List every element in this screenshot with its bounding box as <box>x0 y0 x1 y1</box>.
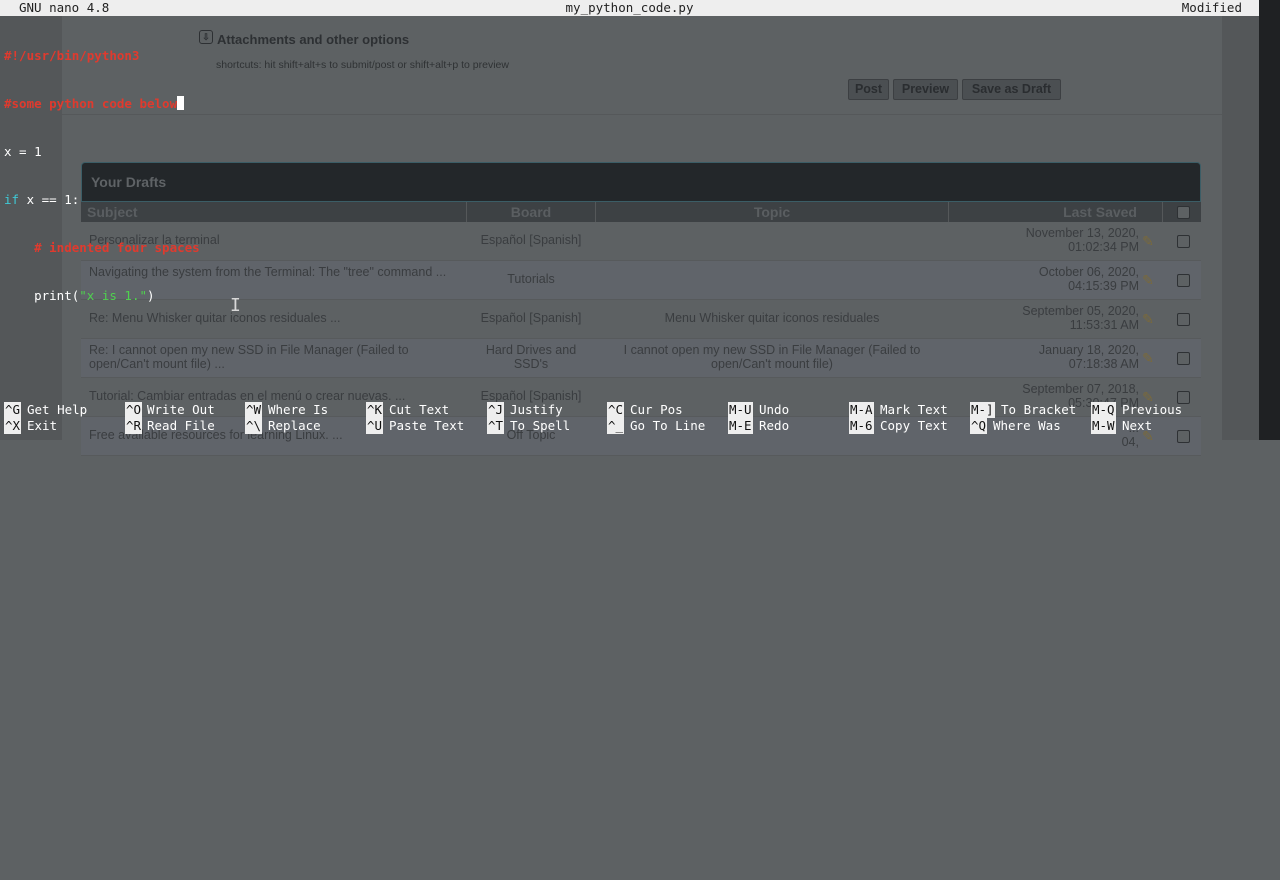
draft-board[interactable]: Tutorials <box>467 272 595 286</box>
code-line-4: if x == 1: <box>4 192 80 207</box>
shortcut-key: ^C <box>607 402 625 418</box>
draft-last-saved: January 18, 2020, 07:18:38 AM <box>1038 343 1139 371</box>
draft-topic[interactable]: I cannot open my new SSD in File Manager… <box>596 343 948 371</box>
shortcut-exit[interactable]: Exit <box>27 418 57 434</box>
drafts-table-header: Subject Board Topic Last Saved <box>81 202 1201 222</box>
shortcut-to-spell[interactable]: To Spell <box>510 418 570 434</box>
draft-last-saved: September 05, 2020, 11:53:31 AM <box>1022 304 1139 332</box>
shortcut-key: ^Q <box>970 418 988 434</box>
shortcut-key: ^G <box>4 402 22 418</box>
text-cursor <box>177 96 185 110</box>
row-checkbox[interactable] <box>1177 313 1190 326</box>
shortcut-to-bracket[interactable]: To Bracket <box>1001 402 1076 418</box>
table-row: Re: I cannot open my new SSD in File Man… <box>81 339 1201 378</box>
draft-board[interactable]: Español [Spanish] <box>467 233 595 247</box>
shortcut-read-file[interactable]: Read File <box>147 418 215 434</box>
shortcuts-hint: shortcuts: hit shift+alt+s to submit/pos… <box>216 59 509 71</box>
drafts-header: Your Drafts <box>81 162 1201 202</box>
shortcut-justify[interactable]: Justify <box>510 402 563 418</box>
shortcut-write-out[interactable]: Write Out <box>147 402 215 418</box>
shortcut-key: ^\ <box>245 418 263 434</box>
page-right-gutter <box>1222 16 1259 440</box>
shortcut-where-is[interactable]: Where Is <box>268 402 328 418</box>
edit-pencil-icon[interactable]: ✎ <box>1139 272 1157 290</box>
shortcut-cut-text[interactable]: Cut Text <box>389 402 449 418</box>
shortcut-where-was[interactable]: Where Was <box>993 418 1061 434</box>
download-icon: ⇩ <box>199 30 213 44</box>
draft-last-saved: October 06, 2020, 04:15:39 PM <box>1038 265 1139 293</box>
code-line-2: #some python code below <box>4 96 200 112</box>
shortcut-key: ^U <box>366 418 384 434</box>
shortcut-copy-text[interactable]: Copy Text <box>880 418 948 434</box>
section-divider <box>62 114 1222 115</box>
edit-pencil-icon[interactable]: ✎ <box>1139 233 1157 251</box>
shortcut-next[interactable]: Next <box>1122 418 1152 434</box>
shortcut-key: M-A <box>849 402 874 418</box>
terminal-scrollbar[interactable] <box>1259 0 1280 440</box>
draft-board[interactable]: Español [Spanish] <box>467 311 595 325</box>
shortcut-go-to-line[interactable]: Go To Line <box>630 418 705 434</box>
code-line-3: x = 1 <box>4 144 42 159</box>
nano-shortcut-bar: ^G Get Help ^X Exit ^O Write Out ^R Read… <box>0 400 1259 440</box>
code-line-1: #!/usr/bin/python3 <box>4 48 140 63</box>
row-checkbox[interactable] <box>1177 352 1190 365</box>
shortcut-key: M-W <box>1091 418 1116 434</box>
edit-pencil-icon[interactable]: ✎ <box>1139 311 1157 329</box>
shortcut-key: ^J <box>487 402 505 418</box>
shortcut-key: ^T <box>487 418 505 434</box>
edit-pencil-icon[interactable]: ✎ <box>1139 350 1157 368</box>
col-last-saved[interactable]: Last Saved <box>949 204 1137 220</box>
preview-button[interactable]: Preview <box>893 79 958 100</box>
file-name: my_python_code.py <box>565 0 694 15</box>
shortcut-redo[interactable]: Redo <box>759 418 789 434</box>
mouse-ibeam-cursor-icon: I <box>230 295 241 316</box>
table-row: Re: Menu Whisker quitar iconos residuale… <box>81 300 1201 339</box>
row-checkbox[interactable] <box>1177 235 1190 248</box>
col-board[interactable]: Board <box>467 204 595 220</box>
shortcut-key: ^_ <box>607 418 625 434</box>
shortcut-key: M-E <box>728 418 753 434</box>
shortcut-key: M-U <box>728 402 753 418</box>
shortcut-key: M-Q <box>1091 402 1116 418</box>
shortcut-key: ^K <box>366 402 384 418</box>
shortcut-get-help[interactable]: Get Help <box>27 402 87 418</box>
select-all-checkbox[interactable] <box>1177 206 1190 219</box>
attachments-options-toggle[interactable]: ⇩ Attachments and other options <box>199 30 410 47</box>
shortcut-key: ^X <box>4 418 22 434</box>
save-draft-button[interactable]: Save as Draft <box>962 79 1061 100</box>
shortcut-key: M-] <box>970 402 995 418</box>
shortcut-mark-text[interactable]: Mark Text <box>880 402 948 418</box>
code-line-5: # indented four spaces <box>4 240 200 255</box>
shortcut-replace[interactable]: Replace <box>268 418 321 434</box>
modified-status: Modified <box>1181 0 1242 15</box>
nano-title-bar: my_python_code.py GNU nano 4.8 Modified <box>0 0 1259 16</box>
post-button[interactable]: Post <box>848 79 889 100</box>
shortcut-key: ^O <box>125 402 143 418</box>
shortcut-paste-text[interactable]: Paste Text <box>389 418 464 434</box>
nano-version: GNU nano 4.8 <box>19 0 110 15</box>
shortcut-previous[interactable]: Previous <box>1122 402 1182 418</box>
draft-board[interactable]: Hard Drives and SSD's <box>467 343 595 371</box>
code-line-6: print("x is 1.") <box>4 288 155 303</box>
editor-text-area[interactable]: #!/usr/bin/python3 #some python code bel… <box>4 16 200 320</box>
shortcut-cur-pos[interactable]: Cur Pos <box>630 402 683 418</box>
attachments-title: Attachments and other options <box>217 32 410 47</box>
shortcut-key: M-6 <box>849 418 874 434</box>
shortcut-key: ^W <box>245 402 263 418</box>
table-row: Navigating the system from the Terminal:… <box>81 261 1201 300</box>
col-divider <box>1162 202 1163 222</box>
draft-subject-link[interactable]: Re: I cannot open my new SSD in File Man… <box>89 343 449 371</box>
row-checkbox[interactable] <box>1177 274 1190 287</box>
shortcut-undo[interactable]: Undo <box>759 402 789 418</box>
table-row: Personalizar la terminal Español [Spanis… <box>81 222 1201 261</box>
draft-topic[interactable]: Menu Whisker quitar iconos residuales <box>596 311 948 325</box>
shortcut-key: ^R <box>125 418 143 434</box>
col-topic[interactable]: Topic <box>596 204 948 220</box>
draft-last-saved: November 13, 2020, 01:02:34 PM <box>1025 226 1139 254</box>
